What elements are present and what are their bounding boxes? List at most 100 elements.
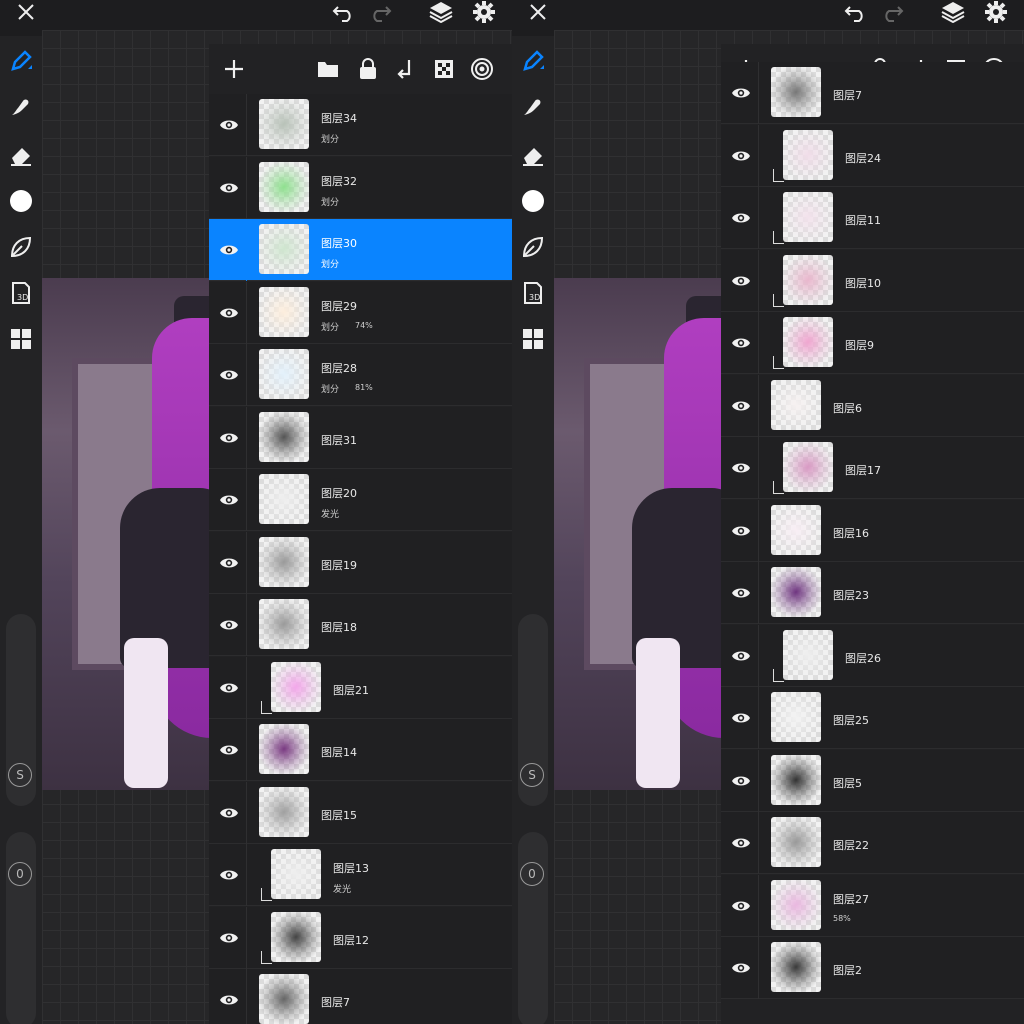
layer-row[interactable]: 图层30 划分: [209, 219, 512, 281]
layer-thumbnail[interactable]: [771, 817, 821, 867]
visibility-eye-icon[interactable]: [731, 583, 751, 603]
color-picker-icon[interactable]: [8, 188, 34, 214]
grid-view-icon[interactable]: [8, 326, 34, 352]
layer-thumbnail[interactable]: [259, 224, 309, 274]
grid-view-icon[interactable]: [520, 326, 546, 352]
layer-thumbnail[interactable]: [271, 911, 321, 962]
layer-row[interactable]: 图层29 划分 74%: [209, 281, 512, 344]
layer-thumbnail[interactable]: [259, 99, 309, 149]
layer-thumbnail[interactable]: [783, 442, 833, 492]
brush-tool-icon[interactable]: [8, 48, 34, 74]
visibility-eye-icon[interactable]: [219, 990, 239, 1010]
layer-row[interactable]: 图层13 发光: [209, 844, 512, 906]
visibility-eye-icon[interactable]: [731, 396, 751, 416]
layer-row[interactable]: 图层17: [721, 437, 1024, 499]
redo-icon[interactable]: [878, 0, 906, 24]
layer-thumbnail[interactable]: [771, 67, 821, 117]
visibility-eye-icon[interactable]: [219, 553, 239, 573]
layer-row[interactable]: 图层9: [721, 312, 1024, 374]
layer-thumbnail[interactable]: [771, 567, 821, 617]
layer-thumbnail[interactable]: [259, 724, 309, 774]
visibility-eye-icon[interactable]: [731, 458, 751, 478]
redo-icon[interactable]: [366, 0, 394, 24]
3d-tool-icon[interactable]: 3D: [8, 280, 34, 306]
eraser-tool-icon[interactable]: [8, 142, 34, 168]
visibility-eye-icon[interactable]: [731, 271, 751, 291]
layer-row[interactable]: 图层19: [209, 531, 512, 594]
visibility-eye-icon[interactable]: [731, 771, 751, 791]
opacity-value-badge[interactable]: 0: [520, 862, 544, 886]
layer-row[interactable]: 图层32 划分: [209, 156, 512, 219]
visibility-eye-icon[interactable]: [219, 178, 239, 198]
visibility-eye-icon[interactable]: [731, 521, 751, 541]
liquify-tool-icon[interactable]: [8, 234, 34, 260]
visibility-eye-icon[interactable]: [731, 708, 751, 728]
smudge-tool-icon[interactable]: [8, 94, 34, 120]
layer-thumbnail[interactable]: [783, 192, 833, 242]
layer-thumbnail[interactable]: [783, 254, 833, 305]
layer-thumbnail[interactable]: [259, 349, 309, 399]
layer-row[interactable]: 图层15: [209, 781, 512, 844]
brush-opacity-slider[interactable]: [6, 832, 36, 1024]
visibility-eye-icon[interactable]: [731, 333, 751, 353]
add-layer-icon[interactable]: [221, 56, 247, 82]
layer-row[interactable]: 图层11: [721, 187, 1024, 249]
3d-tool-icon[interactable]: 3D: [520, 280, 546, 306]
smudge-tool-icon[interactable]: [520, 94, 546, 120]
close-icon[interactable]: [12, 0, 40, 24]
layer-row[interactable]: 图层23: [721, 562, 1024, 624]
symmetry-badge[interactable]: S: [8, 763, 32, 787]
visibility-eye-icon[interactable]: [219, 803, 239, 823]
visibility-eye-icon[interactable]: [219, 678, 239, 698]
layer-row[interactable]: 图层31: [209, 406, 512, 469]
lock-icon[interactable]: [355, 56, 381, 82]
layer-thumbnail[interactable]: [259, 599, 309, 649]
gear-icon[interactable]: [470, 0, 498, 24]
layer-thumbnail[interactable]: [783, 629, 833, 680]
layer-thumbnail[interactable]: [783, 317, 833, 367]
brush-opacity-slider[interactable]: [518, 832, 548, 1024]
layer-thumbnail[interactable]: [259, 474, 309, 524]
layer-row[interactable]: 图层27 58%: [721, 874, 1024, 937]
layer-thumbnail[interactable]: [259, 286, 309, 337]
layer-row[interactable]: 图层12: [209, 906, 512, 969]
eraser-tool-icon[interactable]: [520, 142, 546, 168]
undo-icon[interactable]: [330, 0, 358, 24]
visibility-eye-icon[interactable]: [219, 740, 239, 760]
brush-tool-icon[interactable]: [520, 48, 546, 74]
visibility-eye-icon[interactable]: [219, 615, 239, 635]
visibility-eye-icon[interactable]: [731, 146, 751, 166]
layer-thumbnail[interactable]: [271, 661, 321, 712]
gear-icon[interactable]: [982, 0, 1010, 24]
visibility-eye-icon[interactable]: [731, 208, 751, 228]
layer-row[interactable]: 图层26: [721, 624, 1024, 687]
close-icon[interactable]: [524, 0, 552, 24]
layer-thumbnail[interactable]: [771, 879, 821, 930]
layer-thumbnail[interactable]: [259, 161, 309, 212]
layer-row[interactable]: 图层21: [209, 656, 512, 719]
visibility-eye-icon[interactable]: [731, 833, 751, 853]
layer-row[interactable]: 图层25: [721, 687, 1024, 749]
clipping-mask-icon[interactable]: [393, 56, 419, 82]
layer-thumbnail[interactable]: [259, 786, 309, 837]
visibility-eye-icon[interactable]: [219, 490, 239, 510]
visibility-eye-icon[interactable]: [731, 646, 751, 666]
visibility-eye-icon[interactable]: [219, 865, 239, 885]
layer-row[interactable]: 图层22: [721, 812, 1024, 874]
layer-thumbnail[interactable]: [271, 849, 321, 899]
layer-thumbnail[interactable]: [771, 754, 821, 805]
layer-thumbnail[interactable]: [783, 129, 833, 180]
layer-row[interactable]: 图层18: [209, 594, 512, 656]
symmetry-badge[interactable]: S: [520, 763, 544, 787]
layer-row[interactable]: 图层20 发光: [209, 469, 512, 531]
visibility-eye-icon[interactable]: [731, 83, 751, 103]
folder-icon[interactable]: [315, 56, 341, 82]
layer-thumbnail[interactable]: [771, 504, 821, 555]
visibility-eye-icon[interactable]: [219, 365, 239, 385]
visibility-eye-icon[interactable]: [731, 958, 751, 978]
liquify-tool-icon[interactable]: [520, 234, 546, 260]
layer-row[interactable]: 图层34 划分: [209, 94, 512, 156]
layer-thumbnail[interactable]: [771, 942, 821, 992]
visibility-eye-icon[interactable]: [219, 428, 239, 448]
layer-row[interactable]: 图层2: [721, 937, 1024, 999]
